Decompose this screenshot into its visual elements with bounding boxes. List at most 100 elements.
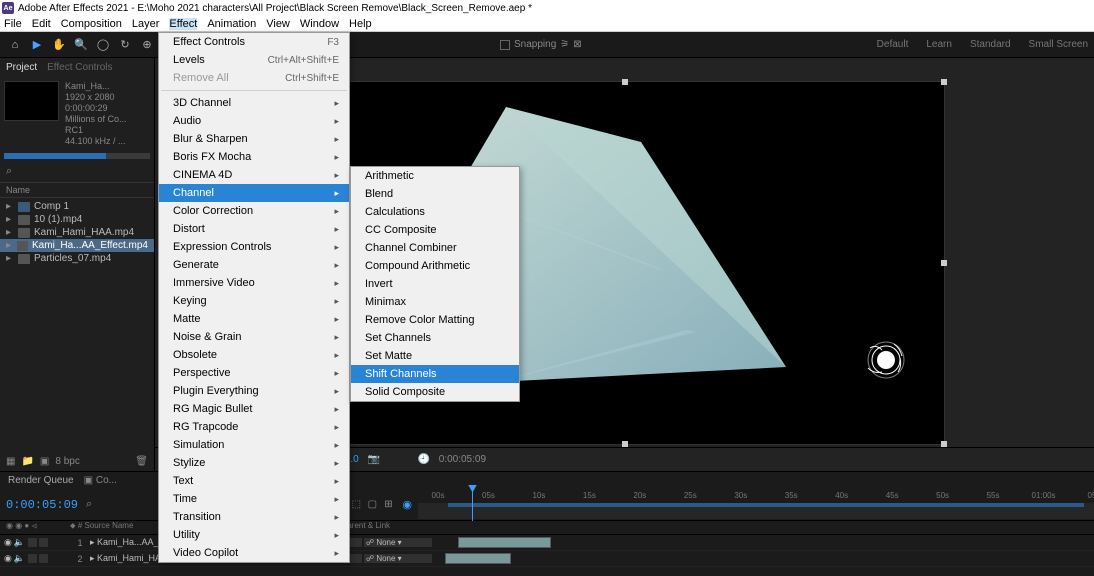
layer-clip[interactable] [458,537,551,548]
submenu-item[interactable]: Arithmetic [351,167,519,185]
menu-effect[interactable]: Effect [169,18,197,30]
menu-item[interactable]: LevelsCtrl+Alt+Shift+E [159,51,349,69]
menu-category[interactable]: Boris FX Mocha▸ [159,148,349,166]
submenu-item[interactable]: Solid Composite [351,383,519,401]
menu-category[interactable]: Time▸ [159,490,349,508]
snapping-toggle[interactable]: Snapping ⚞ ⊠ [500,39,582,50]
layer-clip[interactable] [445,553,511,564]
time-ruler[interactable]: 00s05s10s15s20s25s30s35s40s45s50s55s01:0… [418,489,1094,521]
tab-comp[interactable]: ▣ Co... [84,475,117,486]
rotate-tool-icon[interactable]: ↻ [116,36,134,54]
menu-help[interactable]: Help [349,18,372,30]
switches-icon[interactable]: ⊞ [382,499,394,511]
menu-category[interactable]: Stylize▸ [159,454,349,472]
solo-toggle[interactable] [28,554,37,563]
menu-category[interactable]: RG Magic Bullet▸ [159,400,349,418]
project-search[interactable]: ⌕ [0,161,154,182]
menu-category[interactable]: Audio▸ [159,112,349,130]
project-item[interactable]: ▸10 (1).mp4 [0,213,154,226]
menu-category[interactable]: Keying▸ [159,292,349,310]
menu-category[interactable]: Color Correction▸ [159,202,349,220]
submenu-item[interactable]: Remove Color Matting [351,311,519,329]
workspace-small[interactable]: Small Screen [1029,39,1088,50]
menu-category[interactable]: Perspective▸ [159,364,349,382]
menu-item[interactable]: Effect ControlsF3 [159,33,349,51]
submenu-item[interactable]: Calculations [351,203,519,221]
parent-dropdown[interactable]: ☍ None ▾ [364,538,432,547]
submenu-item[interactable]: Invert [351,275,519,293]
home-icon[interactable]: ⌂ [6,36,24,54]
menu-file[interactable]: File [4,18,22,30]
menu-category[interactable]: RG Trapcode▸ [159,418,349,436]
submenu-item[interactable]: CC Composite [351,221,519,239]
brainstorm-icon[interactable]: ◉ [402,498,412,511]
menu-category[interactable]: Utility▸ [159,526,349,544]
menu-category[interactable]: Transition▸ [159,508,349,526]
menu-window[interactable]: Window [300,18,339,30]
menu-animation[interactable]: Animation [207,18,256,30]
interpret-icon[interactable]: ▦ [6,456,15,467]
menu-view[interactable]: View [266,18,290,30]
lock-toggle[interactable] [39,538,48,547]
menu-category[interactable]: Simulation▸ [159,436,349,454]
snap-opt-icon[interactable]: ⚞ [560,39,569,50]
menu-category[interactable]: Video Copilot▸ [159,544,349,562]
selection-tool-icon[interactable]: ▶ [28,36,46,54]
submenu-item[interactable]: Compound Arithmetic [351,257,519,275]
workspace-learn[interactable]: Learn [926,39,952,50]
tab-render-queue[interactable]: Render Queue [8,475,74,486]
audio-toggle[interactable]: 🔈 [14,537,25,548]
menu-category[interactable]: CINEMA 4D▸ [159,166,349,184]
zoom-tool-icon[interactable]: 🔍 [72,36,90,54]
submenu-item[interactable]: Set Matte [351,347,519,365]
playhead[interactable] [472,489,473,521]
menu-category[interactable]: Matte▸ [159,310,349,328]
column-header-name[interactable]: Name [0,182,154,198]
viewer-timecode[interactable]: 0:00:05:09 [439,454,486,465]
menu-composition[interactable]: Composition [61,18,122,30]
hand-tool-icon[interactable]: ✋ [50,36,68,54]
new-folder-icon[interactable]: 📁 [21,456,33,467]
current-timecode[interactable]: 0:00:05:09 [6,498,78,512]
menu-category[interactable]: Plugin Everything▸ [159,382,349,400]
menu-category[interactable]: Generate▸ [159,256,349,274]
draft3d-icon[interactable]: ▢ [366,499,378,511]
menu-category[interactable]: Blur & Sharpen▸ [159,130,349,148]
menu-layer[interactable]: Layer [132,18,160,30]
graph-editor-icon[interactable]: ⬚ [350,499,362,511]
anchor-tool-icon[interactable]: ⊕ [138,36,156,54]
submenu-item[interactable]: Shift Channels [351,365,519,383]
visibility-toggle[interactable]: ◉ [4,553,12,564]
workspace-standard[interactable]: Standard [970,39,1011,50]
menu-category[interactable]: Noise & Grain▸ [159,328,349,346]
solo-toggle[interactable] [28,538,37,547]
timeline-search-icon[interactable]: ⌕ [86,498,92,511]
snapshot-icon[interactable]: 📷 [367,453,381,467]
menu-category[interactable]: Expression Controls▸ [159,238,349,256]
menu-category[interactable]: Text▸ [159,472,349,490]
menu-category[interactable]: Channel▸ [159,184,349,202]
project-item[interactable]: ▸Kami_Ha...AA_Effect.mp4 [0,239,154,252]
workspace-default[interactable]: Default [877,39,909,50]
project-item[interactable]: ▸Particles_07.mp4 [0,252,154,265]
new-comp-icon[interactable]: ▣ [40,456,49,467]
menu-category[interactable]: Immersive Video▸ [159,274,349,292]
menu-edit[interactable]: Edit [32,18,51,30]
trash-icon[interactable]: 🗑 [135,456,148,467]
tab-project[interactable]: Project [6,62,37,73]
tab-effect-controls[interactable]: Effect Controls [47,62,112,73]
project-item[interactable]: ▸Kami_Hami_HAA.mp4 [0,226,154,239]
audio-toggle[interactable]: 🔈 [14,553,25,564]
submenu-item[interactable]: Set Channels [351,329,519,347]
project-item[interactable]: ▸Comp 1 [0,200,154,213]
menu-category[interactable]: Obsolete▸ [159,346,349,364]
parent-dropdown[interactable]: ☍ None ▾ [364,554,432,563]
submenu-item[interactable]: Channel Combiner [351,239,519,257]
submenu-item[interactable]: Blend [351,185,519,203]
menu-category[interactable]: Distort▸ [159,220,349,238]
submenu-item[interactable]: Minimax [351,293,519,311]
orbit-tool-icon[interactable]: ◯ [94,36,112,54]
lock-toggle[interactable] [39,554,48,563]
menu-category[interactable]: 3D Channel▸ [159,94,349,112]
snap-opt2-icon[interactable]: ⊠ [573,39,581,50]
